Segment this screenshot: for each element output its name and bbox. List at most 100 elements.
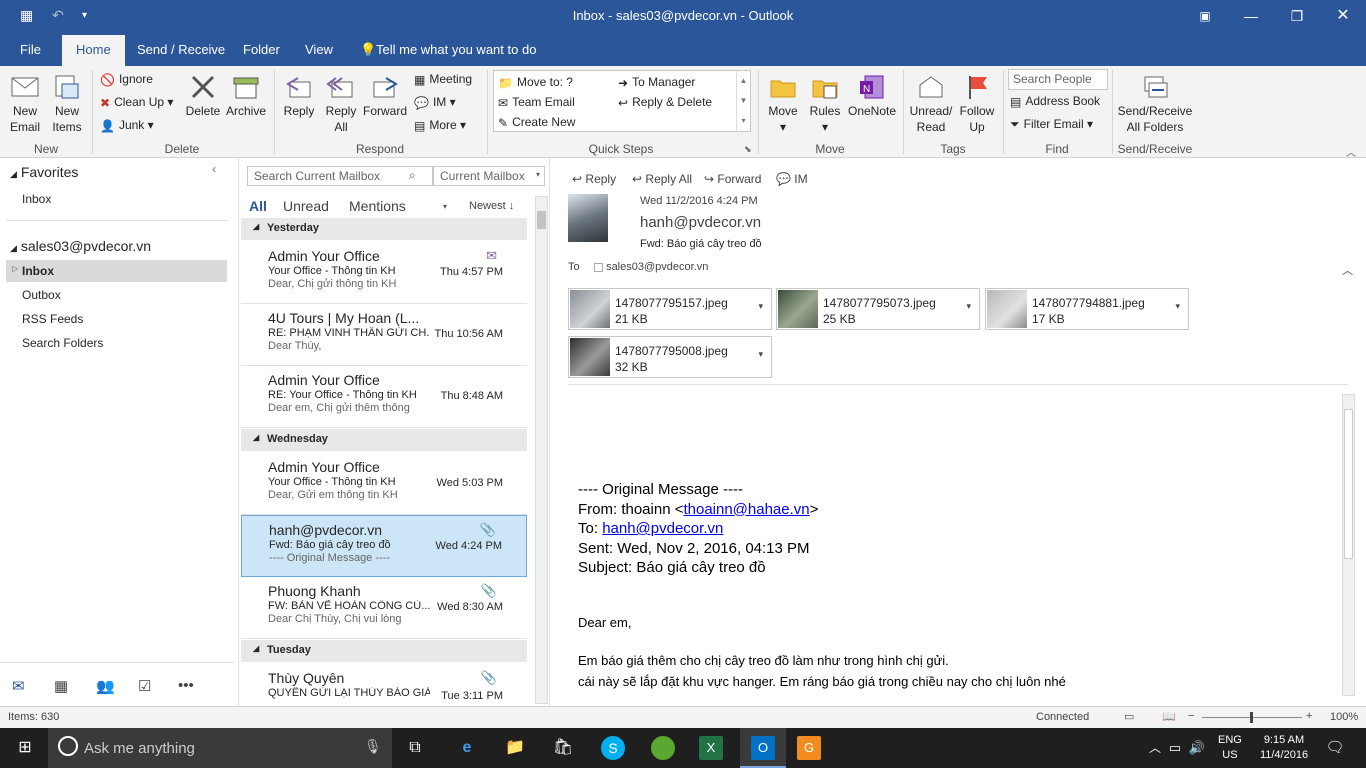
file-explorer-icon[interactable]: 📁 bbox=[500, 736, 530, 760]
filter-mentions[interactable]: Mentions bbox=[349, 198, 406, 214]
delete-button[interactable]: Delete bbox=[184, 74, 222, 119]
task-view-icon[interactable]: ⧉ bbox=[400, 736, 430, 760]
quick-steps-scroll[interactable]: ▲ ▼ ▾ bbox=[736, 71, 750, 131]
message-sender[interactable]: hanh@pvdecor.vn bbox=[640, 214, 761, 231]
reading-reply-all-button[interactable]: ↩ Reply All bbox=[632, 172, 692, 186]
unread-read-button[interactable]: Unread/ Read bbox=[908, 74, 954, 135]
quickstep-create-new[interactable]: ✎ Create New bbox=[498, 115, 575, 130]
junk-button[interactable]: 👤 Junk ▾ bbox=[100, 118, 154, 133]
reading-forward-button[interactable]: ↪ Forward bbox=[704, 172, 761, 186]
quickstep-reply-delete[interactable]: ↩ Reply & Delete bbox=[618, 95, 712, 110]
mail-icon[interactable]: ✉ bbox=[12, 677, 25, 695]
filter-all[interactable]: All bbox=[249, 198, 267, 214]
move-button[interactable]: Move ▾ bbox=[764, 74, 802, 135]
attachment[interactable]: 1478077795008.jpeg 32 KB ▾ bbox=[568, 336, 772, 378]
dialog-launcher-icon[interactable]: ⬊ bbox=[744, 144, 752, 155]
outlook-taskbar-button[interactable]: O bbox=[740, 728, 786, 768]
filter-email-button[interactable]: ⏷ Filter Email ▾ bbox=[1010, 117, 1093, 132]
address-book-button[interactable]: ▤ Address Book bbox=[1010, 94, 1100, 109]
list-item[interactable]: Admin Your Office Your Office - Thông ti… bbox=[241, 242, 527, 304]
meeting-button[interactable]: ▦ Meeting bbox=[414, 72, 472, 87]
chevron-down-icon[interactable]: ▾ bbox=[758, 349, 763, 360]
quickstep-move-to[interactable]: 📁 Move to: ? bbox=[498, 75, 573, 90]
skype-icon[interactable]: S bbox=[598, 736, 628, 760]
tell-me-input[interactable]: Tell me what you want to do bbox=[376, 42, 536, 57]
folder-inbox[interactable]: Inbox bbox=[22, 264, 54, 278]
list-item[interactable]: 4U Tours | My Hoan (L... RE: PHẠM VINH T… bbox=[241, 304, 527, 366]
to-recipient[interactable]: sales03@pvdecor.vn bbox=[594, 261, 708, 273]
quickstep-to-manager[interactable]: ➜ To Manager bbox=[618, 75, 695, 90]
attachment[interactable]: 1478077794881.jpeg 17 KB ▾ bbox=[985, 288, 1189, 330]
input-language[interactable]: ENG US bbox=[1218, 733, 1242, 763]
to-email-link[interactable]: hanh@pvdecor.vn bbox=[602, 520, 723, 537]
tab-file[interactable]: File bbox=[20, 42, 41, 57]
ribbon-options-icon[interactable]: ▣ bbox=[1182, 4, 1228, 28]
coccoc-browser-icon[interactable] bbox=[648, 736, 678, 760]
list-item-selected[interactable]: hanh@pvdecor.vn Fwd: Báo giá cây treo đồ… bbox=[241, 515, 527, 577]
list-item[interactable]: Admin Your Office Your Office - Thông ti… bbox=[241, 453, 527, 515]
archive-button[interactable]: Archive bbox=[224, 74, 268, 119]
maximize-button[interactable]: ❐ bbox=[1274, 4, 1320, 28]
expand-icon[interactable]: ▷ bbox=[12, 264, 18, 273]
onenote-button[interactable]: N OneNote bbox=[846, 74, 898, 119]
search-scope-dropdown[interactable]: Current Mailbox ▾ bbox=[433, 166, 545, 186]
scroll-thumb[interactable] bbox=[537, 211, 546, 229]
favorites-header[interactable]: ◢ Favorites bbox=[10, 164, 78, 180]
scroll-thumb[interactable] bbox=[1344, 409, 1353, 559]
tab-folder[interactable]: Folder bbox=[243, 42, 280, 57]
search-icon[interactable]: ⌕ bbox=[409, 168, 416, 183]
zoom-slider-thumb[interactable] bbox=[1250, 712, 1253, 723]
tab-view[interactable]: View bbox=[305, 42, 333, 57]
reading-im-button[interactable]: 💬 IM bbox=[776, 172, 808, 186]
tasks-icon[interactable]: ☑ bbox=[138, 677, 151, 695]
tab-home[interactable]: Home bbox=[62, 35, 125, 66]
reading-reply-button[interactable]: ↩ Reply bbox=[572, 172, 616, 186]
reply-all-button[interactable]: Reply All bbox=[322, 74, 360, 135]
ignore-button[interactable]: 🚫 Ignore bbox=[100, 72, 153, 87]
message-list-scrollbar[interactable] bbox=[535, 196, 548, 704]
chevron-down-icon[interactable]: ▾ bbox=[966, 301, 971, 312]
filter-unread[interactable]: Unread bbox=[283, 198, 329, 214]
sender-avatar[interactable] bbox=[568, 194, 608, 242]
list-item[interactable]: Thùy Quyên QUYÊN GỬI LẠI THÚY BÁO GIÁ...… bbox=[241, 664, 527, 706]
reading-pane-scrollbar[interactable] bbox=[1342, 394, 1355, 696]
windows-start-icon[interactable]: ⊞ bbox=[10, 736, 40, 760]
attachment[interactable]: 1478077795073.jpeg 25 KB ▾ bbox=[776, 288, 980, 330]
tab-send-receive[interactable]: Send / Receive bbox=[137, 42, 225, 57]
filter-dropdown-icon[interactable]: ▾ bbox=[443, 202, 447, 211]
account-header[interactable]: ◢ sales03@pvdecor.vn bbox=[10, 238, 151, 254]
normal-view-icon[interactable]: ▭ bbox=[1124, 710, 1134, 723]
follow-up-button[interactable]: Follow Up bbox=[956, 74, 998, 135]
minimize-pane-icon[interactable]: ‹ bbox=[212, 162, 216, 176]
reply-button[interactable]: Reply bbox=[280, 74, 318, 119]
minimize-button[interactable]: — bbox=[1228, 4, 1274, 28]
people-icon[interactable]: 👥 bbox=[96, 677, 115, 695]
send-receive-all-button[interactable]: Send/Receive All Folders bbox=[1116, 74, 1194, 135]
new-items-button[interactable]: New Items bbox=[48, 74, 86, 135]
list-item[interactable]: Phuong Khanh FW: BẢN VẼ HOÀN CÔNG CỦ... … bbox=[241, 577, 527, 639]
search-people-input[interactable]: Search People bbox=[1008, 69, 1108, 90]
cortana-search-box[interactable]: Ask me anything 🎙 bbox=[48, 728, 392, 768]
system-clock[interactable]: 9:15 AM 11/4/2016 bbox=[1256, 733, 1312, 763]
foxit-pdf-icon[interactable]: G bbox=[794, 736, 824, 760]
more-apps-icon[interactable]: ••• bbox=[178, 677, 194, 694]
group-header-tuesday[interactable]: ◢ Tuesday bbox=[241, 640, 527, 662]
chevron-down-icon[interactable]: ▾ bbox=[758, 301, 763, 312]
reading-view-icon[interactable]: 📖 bbox=[1162, 710, 1176, 723]
close-button[interactable]: ✕ bbox=[1320, 4, 1366, 28]
group-header-yesterday[interactable]: ◢ Yesterday bbox=[241, 218, 527, 240]
zoom-level[interactable]: 100% bbox=[1330, 711, 1358, 723]
forward-button[interactable]: Forward bbox=[362, 74, 408, 119]
sort-order[interactable]: Newest ↓ bbox=[469, 200, 514, 212]
folder-search-folders[interactable]: Search Folders bbox=[22, 336, 103, 350]
volume-icon[interactable]: 🔊 bbox=[1182, 736, 1212, 760]
rules-button[interactable]: Rules ▾ bbox=[806, 74, 844, 135]
favorite-inbox[interactable]: Inbox bbox=[22, 192, 51, 206]
search-mailbox-input[interactable]: Search Current Mailbox bbox=[247, 166, 433, 186]
zoom-out-button[interactable]: − bbox=[1188, 710, 1194, 722]
im-button[interactable]: 💬 IM ▾ bbox=[414, 95, 456, 110]
excel-icon[interactable]: X bbox=[696, 736, 726, 760]
folder-outbox[interactable]: Outbox bbox=[22, 288, 61, 302]
collapse-ribbon-icon[interactable]: ︿ bbox=[1346, 144, 1356, 159]
zoom-in-button[interactable]: + bbox=[1306, 710, 1312, 722]
